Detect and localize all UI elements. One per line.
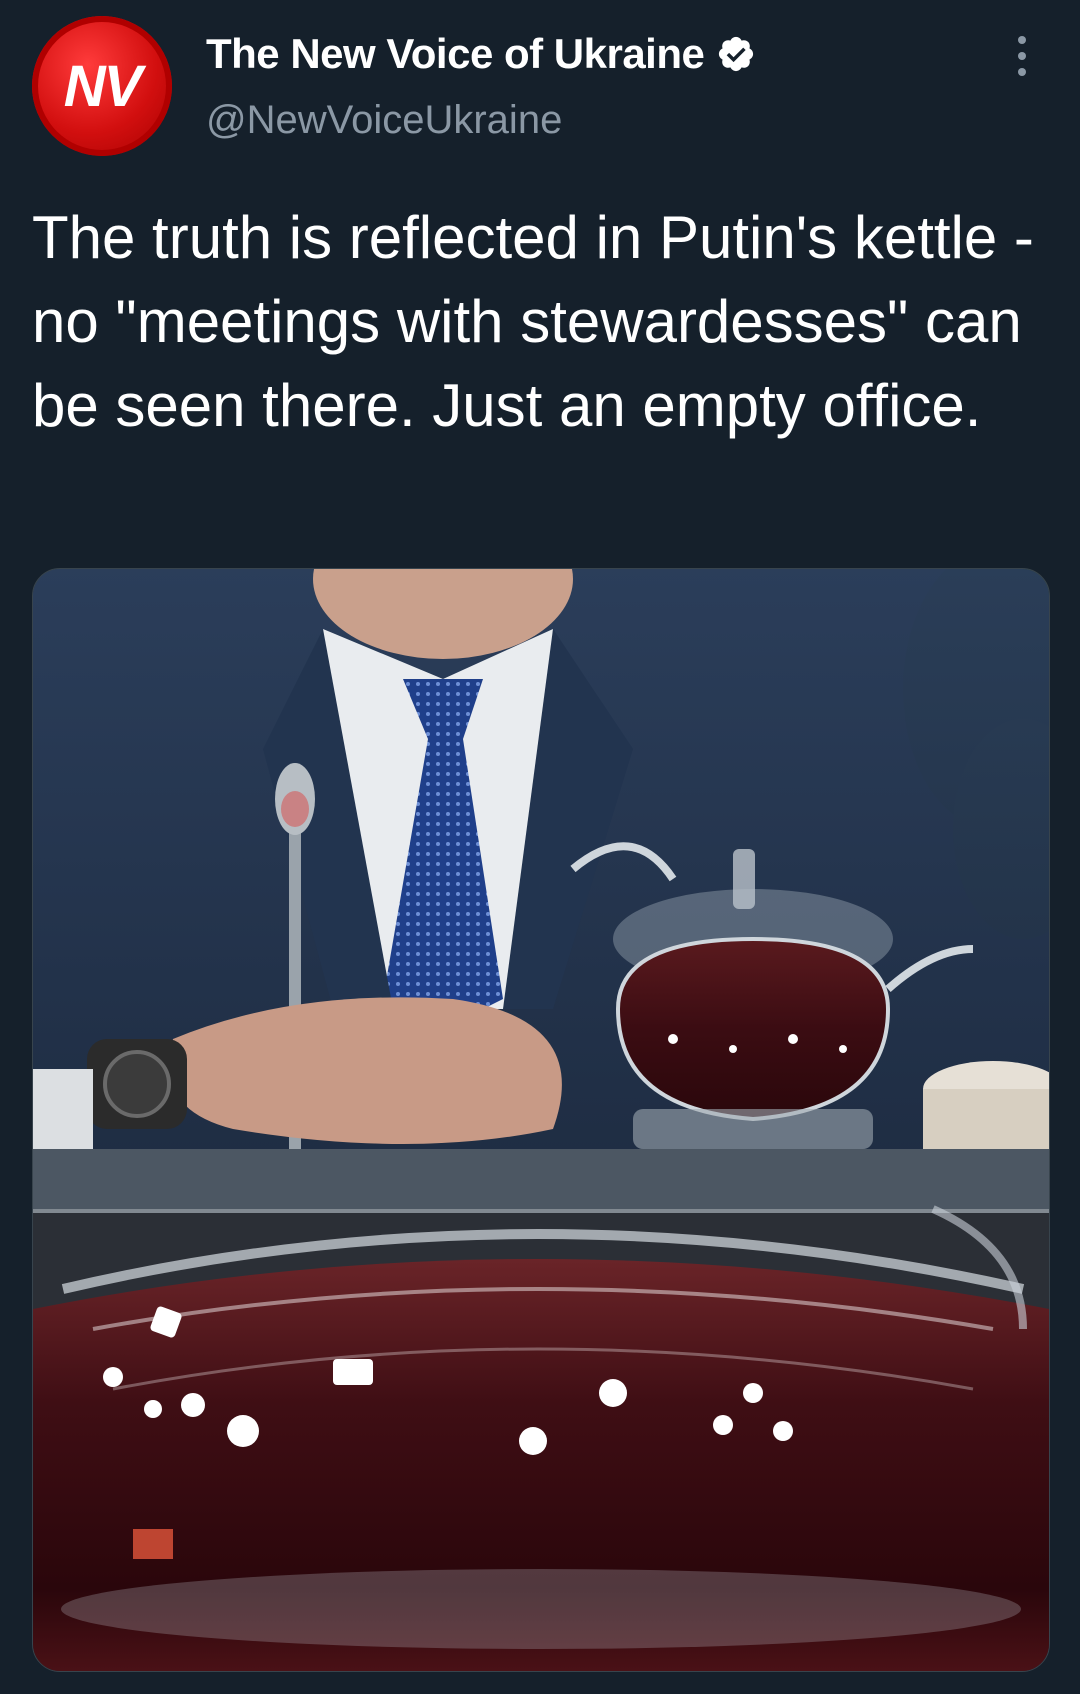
avatar-initials: NV bbox=[63, 53, 143, 119]
tweet-card: NV The New Voice of Ukraine @NewVoiceUkr… bbox=[0, 0, 1080, 1694]
author-display-name[interactable]: The New Voice of Ukraine bbox=[206, 30, 705, 78]
verified-badge-icon bbox=[719, 36, 754, 72]
tweet-media-image[interactable] bbox=[32, 568, 1050, 1672]
more-vertical-icon[interactable] bbox=[1014, 36, 1030, 76]
author-handle[interactable]: @NewVoiceUkraine bbox=[206, 98, 562, 143]
author-name-row: The New Voice of Ukraine bbox=[206, 28, 756, 80]
avatar[interactable]: NV bbox=[32, 16, 172, 156]
more-dot bbox=[1018, 36, 1026, 44]
more-dot bbox=[1018, 68, 1026, 76]
more-dot bbox=[1018, 52, 1026, 60]
media-illustration bbox=[33, 569, 1049, 1671]
tweet-text: The truth is reflected in Putin's kettle… bbox=[32, 204, 1034, 439]
